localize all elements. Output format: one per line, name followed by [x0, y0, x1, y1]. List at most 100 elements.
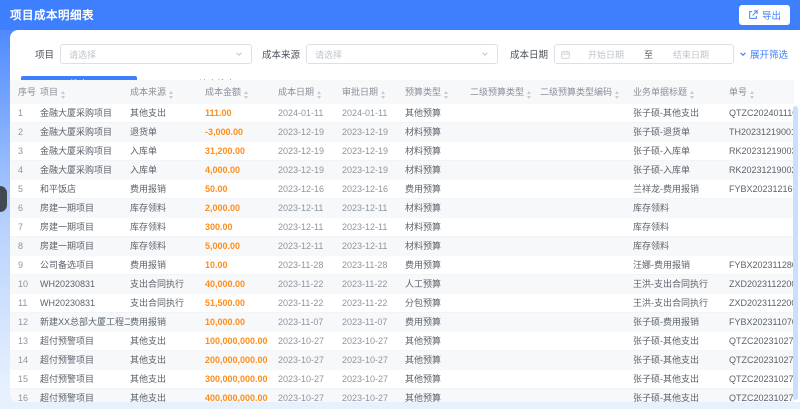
cell-审批日期: 2023-12-11	[342, 217, 405, 237]
table-row[interactable]: 16 超付预警项目 其他支出 400,000,000.00 2023-10-27 2023…	[10, 388, 794, 402]
column-header-7[interactable]: 二级预算类型	[470, 80, 540, 104]
table-row[interactable]: 9 公司备选项目 费用报销 10.00 2023-11-28 2023-11-28 费用预算…	[10, 255, 794, 275]
cell-成本来源: 费用报销	[130, 312, 205, 332]
table-row[interactable]: 4 金融大厦采购项目 入库单 4,000.00 2023-12-19 2023-12-19…	[10, 160, 794, 180]
cell-二级预算类型	[470, 160, 540, 180]
cell-成本金额: 31,200.00	[205, 141, 278, 161]
cell-审批日期: 2023-11-22	[342, 274, 405, 294]
filter-row: 项目 请选择 成本来源 请选择 成本日期 开始日期 至 结束日期 展开筛选	[10, 37, 800, 71]
cell-二级预算类型编码	[540, 274, 633, 294]
cell-成本日期: 2023-11-07	[278, 312, 342, 332]
expand-filter-link[interactable]: 展开筛选	[739, 47, 788, 61]
sort-icon[interactable]	[61, 91, 66, 99]
column-label: 审批日期	[342, 87, 379, 97]
table-row[interactable]: 15 超付预警项目 其他支出 300,000,000.00 2023-10-27 2023…	[10, 369, 794, 389]
cell-序号: 5	[10, 179, 40, 199]
cost-date-filter-label: 成本日期	[510, 50, 549, 61]
cell-成本来源: 其他支出	[130, 388, 205, 402]
column-header-2[interactable]: 成本来源	[130, 80, 205, 104]
cell-项目: 金融大厦采购项目	[40, 122, 130, 142]
table-row[interactable]: 1 金融大厦采购项目 其他支出 111.00 2024-01-11 2024-01-11 其…	[10, 104, 794, 123]
cell-预算类型: 材料预算	[405, 198, 470, 218]
cell-序号: 4	[10, 160, 40, 180]
table-row[interactable]: 5 和平饭店 费用报销 50.00 2023-12-16 2023-12-16 费用预算 兰祥…	[10, 179, 794, 199]
cell-项目: 超付预警项目	[40, 388, 130, 402]
cell-成本来源: 退货单	[130, 122, 205, 142]
column-header-3[interactable]: 成本金额	[205, 80, 278, 104]
cell-审批日期: 2023-10-27	[342, 331, 405, 351]
sort-icon[interactable]	[750, 91, 755, 99]
cell-业务单据标题: 张子硕-退货单	[633, 122, 729, 142]
cell-业务单据标题: 王洪-支出合同执行	[633, 293, 729, 313]
cell-成本来源: 库存领料	[130, 198, 205, 218]
cell-二级预算类型	[470, 217, 540, 237]
cell-项目: 金融大厦采购项目	[40, 141, 130, 161]
table-row[interactable]: 13 超付预警项目 其他支出 100,000,000.00 2023-10-27 2023…	[10, 331, 794, 351]
cell-成本日期: 2023-10-27	[278, 369, 342, 389]
cell-预算类型: 费用预算	[405, 255, 470, 275]
page-title: 项目成本明细表	[10, 10, 94, 22]
cell-单号: QTZC20231027002	[729, 388, 794, 402]
cell-项目: 房建一期项目	[40, 198, 130, 218]
cell-二级预算类型编码	[540, 179, 633, 199]
cell-业务单据标题: 库存领料	[633, 236, 729, 256]
sort-icon[interactable]	[444, 91, 449, 99]
cell-业务单据标题: 库存领料	[633, 217, 729, 237]
column-header-8[interactable]: 二级预算类型编码	[540, 80, 633, 104]
cell-成本来源: 入库单	[130, 141, 205, 161]
cell-成本金额: 2,000.00	[205, 198, 278, 218]
table-row[interactable]: 8 房建一期项目 库存领料 5,000.00 2023-12-11 2023-12-11 材…	[10, 236, 794, 256]
cell-预算类型: 其他预算	[405, 331, 470, 351]
cell-预算类型: 材料预算	[405, 141, 470, 161]
column-header-6[interactable]: 预算类型	[405, 80, 470, 104]
table-row[interactable]: 14 超付预警项目 其他支出 200,000,000.00 2023-10-27 2023…	[10, 350, 794, 370]
table-row[interactable]: 11 WH20230831 支出合同执行 51,500.00 2023-11-22 202…	[10, 293, 794, 313]
cell-审批日期: 2023-12-11	[342, 236, 405, 256]
cell-成本日期: 2023-10-27	[278, 331, 342, 351]
sort-icon[interactable]	[690, 91, 695, 99]
table-row[interactable]: 12新建XX总部大厦工程二期费用报销10,000.002023-11-07202…	[10, 312, 794, 332]
cell-序号: 14	[10, 350, 40, 370]
cell-项目: 超付预警项目	[40, 350, 130, 370]
cell-单号: TH20231219001	[729, 122, 794, 142]
cell-预算类型: 其他预算	[405, 350, 470, 370]
cell-单号: QTZC20240111001	[729, 104, 794, 123]
project-select[interactable]: 请选择	[60, 44, 253, 64]
sort-icon[interactable]	[527, 91, 532, 99]
sort-icon[interactable]	[244, 91, 249, 99]
cell-成本日期: 2023-10-27	[278, 388, 342, 402]
drawer-handle[interactable]	[0, 186, 7, 212]
table-row[interactable]: 3 金融大厦采购项目 入库单 31,200.00 2023-12-19 2023-12-1…	[10, 141, 794, 161]
cell-预算类型: 材料预算	[405, 236, 470, 256]
table-row[interactable]: 2 金融大厦采购项目 退货单 -3,000.00 2023-12-19 2023-12-1…	[10, 122, 794, 142]
column-header-0: 序号	[10, 80, 40, 104]
cell-业务单据标题: 库存领料	[633, 198, 729, 218]
cell-二级预算类型	[470, 331, 540, 351]
sort-icon[interactable]	[615, 91, 620, 99]
column-header-9[interactable]: 业务单据标题	[633, 80, 729, 104]
cell-成本来源: 库存领料	[130, 217, 205, 237]
cost-date-range-input[interactable]: 开始日期 至 结束日期	[554, 44, 735, 64]
cell-成本来源: 入库单	[130, 160, 205, 180]
cell-项目: 金融大厦采购项目	[40, 160, 130, 180]
cell-成本来源: 费用报销	[130, 255, 205, 275]
cost-source-select[interactable]: 请选择	[306, 44, 499, 64]
column-header-4[interactable]: 成本日期	[278, 80, 342, 104]
table-row[interactable]: 10 WH20230831 支出合同执行 40,000.00 2023-11-22 202…	[10, 274, 794, 294]
cell-业务单据标题: 张子硕-其他支出	[633, 104, 729, 123]
cell-二级预算类型	[470, 236, 540, 256]
sort-icon[interactable]	[169, 91, 174, 99]
table-scrollbar[interactable]	[793, 106, 798, 400]
cell-单号: FYBX20231107001	[729, 312, 794, 332]
column-header-5[interactable]: 审批日期	[342, 80, 405, 104]
sort-icon[interactable]	[381, 91, 386, 99]
table-row[interactable]: 6 房建一期项目 库存领料 2,000.00 2023-12-11 2023-12-11 材…	[10, 198, 794, 218]
sort-icon[interactable]	[317, 91, 322, 99]
cell-成本来源: 其他支出	[130, 331, 205, 351]
cell-序号: 10	[10, 274, 40, 294]
column-header-1[interactable]: 项目	[40, 80, 130, 104]
column-header-10[interactable]: 单号	[729, 80, 794, 104]
export-button[interactable]: 导出	[738, 5, 790, 25]
table-row[interactable]: 7 房建一期项目 库存领料 300.00 2023-12-11 2023-12-11 材料预…	[10, 217, 794, 237]
cell-审批日期: 2023-10-27	[342, 369, 405, 389]
